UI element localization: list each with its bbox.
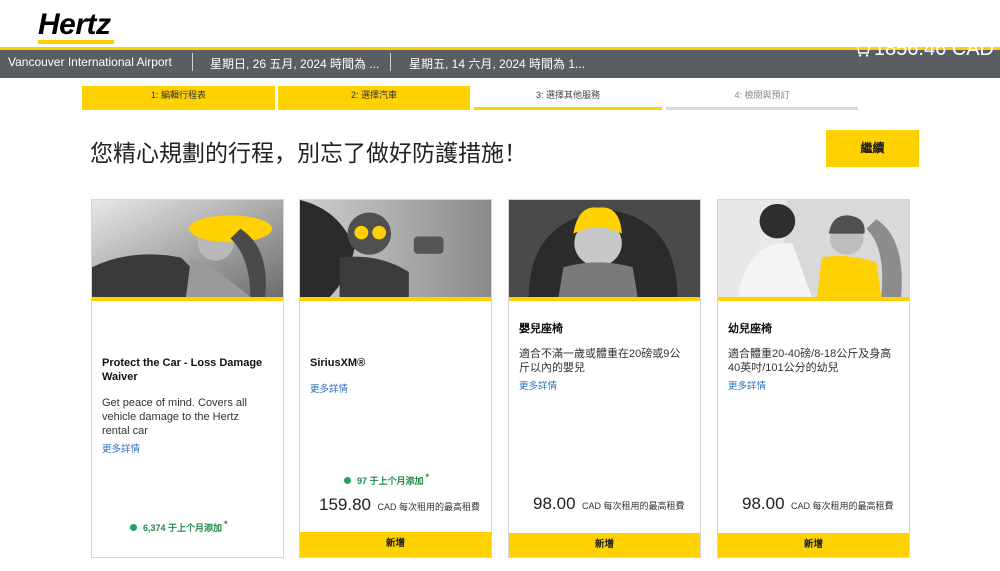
price-amount: 98.00 [533,494,576,513]
more-details-link[interactable]: 更多詳情 [310,381,348,395]
trip-return-date[interactable]: 星期五, 14 六月, 2024 時間為 1... [409,55,585,72]
booking-progress: 1: 編輯行程表 2: 選擇汽車 3: 選擇其他服務 4: 檢閱與預訂 [82,86,858,110]
price-amount: 159.80 [319,495,371,514]
add-button[interactable]: 新增 [509,533,700,557]
popularity-note: 6,374 于上个月添加 * [130,519,228,534]
hertz-logo[interactable]: Hertz [38,8,114,44]
extra-card-ldw: Protect the Car - Loss Damage Waiver Get… [91,199,284,558]
popularity-text: 97 于上个月添加 [357,476,424,486]
divider [192,53,193,71]
logo-text: Hertz [38,8,111,41]
more-details-link[interactable]: 更多詳情 [102,441,140,455]
card-description: Get peace of mind. Covers all vehicle da… [102,397,247,437]
green-dot-icon [344,477,351,484]
add-button[interactable]: 新增 [718,533,909,557]
trip-summary-bar: Vancouver International Airport 星期日, 26 … [0,38,1000,78]
cart-total: 1856.46 CAD [873,38,994,60]
add-button[interactable]: 新增 [300,532,491,557]
card-description: 適合體重20-40磅/8-18公斤及身高40英吋/101公分的幼兒 [728,348,892,374]
popularity-note: 97 于上个月添加 * [344,472,429,487]
popularity-text: 6,374 于上个月添加 [143,523,223,533]
price-unit: CAD 每次租用的最高租費 [791,501,894,511]
footnote-star: * [425,472,430,482]
price: 98.00 CAD 每次租用的最高租費 [742,494,894,514]
more-details-link[interactable]: 更多詳情 [519,378,557,392]
card-image [92,200,283,301]
price-unit: CAD 每次租用的最高租費 [582,501,685,511]
trip-location[interactable]: Vancouver International Airport [8,55,172,69]
extra-card-infant-seat: 嬰兒座椅 適合不滿一歲或體重在20磅或9公斤以內的嬰兒 更多詳情 98.00 C… [508,199,701,558]
extra-card-siriusxm: SiriusXM® 更多詳情 97 于上个月添加 * 159.80 CAD 每次租… [299,199,492,558]
divider [390,53,391,71]
card-title: 幼兒座椅 [728,323,772,335]
price: 159.80 CAD 每次租用的最高租費 [319,495,480,515]
card-image [509,200,700,301]
card-title: SiriusXM® [310,357,366,369]
footnote-star: * [224,519,228,529]
card-image [300,200,491,301]
step-edit-itinerary[interactable]: 1: 編輯行程表 [82,86,275,110]
price: 98.00 CAD 每次租用的最高租費 [533,494,685,514]
cart-button[interactable]: 1856.46 CAD [853,38,994,61]
card-image [718,200,909,301]
step-review-book: 4: 檢閱與預訂 [666,86,858,110]
card-title: Protect the Car - Loss Damage Waiver [102,357,263,383]
price-unit: CAD 每次租用的最高租費 [377,502,480,512]
cart-icon [853,42,870,57]
step-select-car[interactable]: 2: 選擇汽車 [278,86,470,110]
price-amount: 98.00 [742,494,785,513]
continue-button[interactable]: 繼續 [826,130,919,167]
green-dot-icon [130,524,137,531]
card-title: 嬰兒座椅 [519,323,563,335]
page-title: 您精心規劃的行程，別忘了做好防護措施！ [90,141,527,167]
card-description: 適合不滿一歲或體重在20磅或9公斤以內的嬰兒 [519,348,681,374]
step-extras: 3: 選擇其他服務 [474,86,662,110]
more-details-link[interactable]: 更多詳情 [728,378,766,392]
trip-pickup-date[interactable]: 星期日, 26 五月, 2024 時間為 ... [210,55,379,72]
extra-card-toddler-seat: 幼兒座椅 適合體重20-40磅/8-18公斤及身高40英吋/101公分的幼兒 更… [717,199,910,558]
